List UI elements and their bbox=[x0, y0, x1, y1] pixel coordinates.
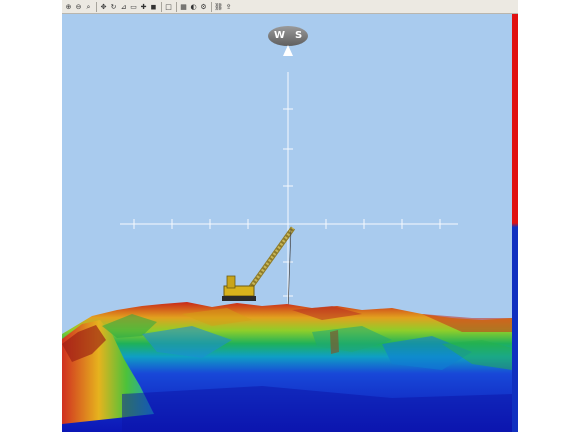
grid-icon[interactable]: ▦ bbox=[179, 2, 188, 12]
crane-tracks bbox=[222, 296, 256, 301]
crosshair-icon[interactable]: ✚ bbox=[139, 2, 148, 12]
export-icon[interactable]: ⇪ bbox=[224, 2, 233, 12]
seabed-surface[interactable] bbox=[62, 302, 512, 432]
measure-icon[interactable]: ⊿ bbox=[119, 2, 128, 12]
toolbar-separator bbox=[161, 1, 162, 12]
settings-icon[interactable]: ⚙ bbox=[199, 2, 208, 12]
color-map-icon[interactable]: ◐ bbox=[189, 2, 198, 12]
save-view-icon[interactable]: ▭ bbox=[129, 2, 138, 12]
toolbar-separator bbox=[211, 1, 212, 12]
north-arrow-icon bbox=[283, 45, 293, 56]
link-icon[interactable]: ⛓ bbox=[214, 2, 223, 12]
toolbar-separator bbox=[176, 1, 177, 12]
layer-icon[interactable]: ◼ bbox=[149, 2, 158, 12]
box-icon[interactable]: □ bbox=[164, 2, 173, 12]
toolbar-separator bbox=[96, 1, 97, 12]
sonar-3d-viewer-window: ⊕ ⊖ ⌕ ✥ ↻ ⊿ ▭ ✚ ◼ □ ▦ ◐ ⚙ ⛓ ⇪ W S bbox=[62, 0, 518, 432]
seabed-pile bbox=[330, 330, 339, 354]
zoom-out-icon[interactable]: ⊖ bbox=[74, 2, 83, 12]
compass[interactable]: W S bbox=[268, 26, 308, 56]
depth-color-scale bbox=[512, 14, 518, 432]
toolbar: ⊕ ⊖ ⌕ ✥ ↻ ⊿ ▭ ✚ ◼ □ ▦ ◐ ⚙ ⛓ ⇪ bbox=[62, 0, 518, 14]
rotate-icon[interactable]: ↻ bbox=[109, 2, 118, 12]
3d-scene: W S bbox=[62, 26, 512, 432]
zoom-in-icon[interactable]: ⊕ bbox=[64, 2, 73, 12]
zoom-window-icon[interactable]: ⌕ bbox=[84, 2, 93, 12]
pan-icon[interactable]: ✥ bbox=[99, 2, 108, 12]
compass-south-label: S bbox=[295, 30, 302, 41]
compass-west-label: W bbox=[274, 30, 285, 41]
3d-viewport[interactable]: W S bbox=[62, 14, 512, 432]
